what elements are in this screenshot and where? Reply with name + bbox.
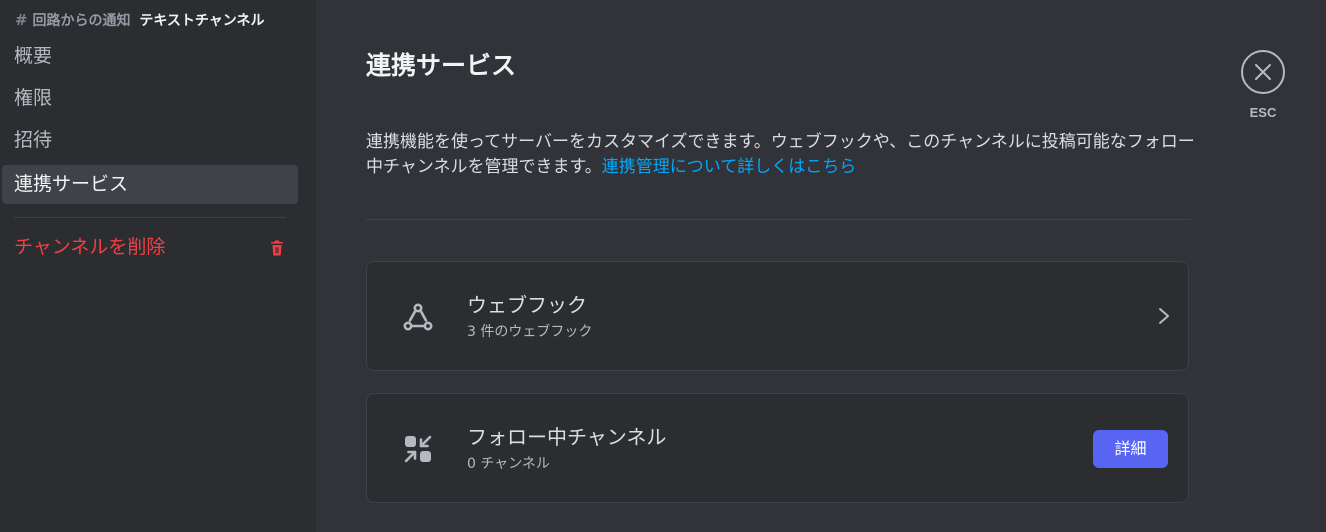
chevron-right-icon <box>1159 308 1169 324</box>
section-divider <box>366 219 1191 220</box>
follow-channel-icon <box>404 435 432 463</box>
webhooks-title: ウェブフック <box>467 293 587 317</box>
details-button[interactable]: 詳細 <box>1093 430 1168 468</box>
webhook-icon <box>403 303 433 331</box>
esc-label: ESC <box>1249 105 1277 120</box>
trash-icon <box>271 240 283 256</box>
webhooks-card[interactable]: ウェブフック 3 件のウェブフック <box>366 261 1189 371</box>
channel-hash-icon: # <box>15 11 28 29</box>
sidebar-item-permissions[interactable]: 権限 <box>2 79 298 118</box>
sidebar-item-label: 招待 <box>14 129 53 151</box>
sidebar-item-overview[interactable]: 概要 <box>2 37 298 76</box>
sidebar-header: # 回路からの通知 テキストチャンネル <box>15 10 265 30</box>
close-control: ESC <box>1240 50 1286 120</box>
sidebar-item-integrations[interactable]: 連携サービス <box>2 165 298 204</box>
webhooks-count: 3 件のウェブフック <box>467 324 593 340</box>
sidebar-item-invites[interactable]: 招待 <box>2 121 298 160</box>
page-title: 連携サービス <box>366 51 517 80</box>
close-icon <box>1255 64 1271 80</box>
settings-sidebar: # 回路からの通知 テキストチャンネル 概要 権限 招待 連携サービス チャンネ… <box>0 0 316 532</box>
followed-channels-count: 0 チャンネル <box>467 456 550 472</box>
learn-more-link[interactable]: 連携管理について詳しくはこちら <box>602 157 857 177</box>
delete-channel-label: チャンネルを削除 <box>14 236 166 258</box>
page-description: 連携機能を使ってサーバーをカスタマイズできます。ウェブフックや、このチャンネルに… <box>366 130 1196 180</box>
sidebar-item-label: 権限 <box>14 87 53 109</box>
channel-name: 回路からの通知 <box>32 13 131 29</box>
followed-channels-card: フォロー中チャンネル 0 チャンネル 詳細 <box>366 393 1189 503</box>
sidebar-divider <box>14 217 286 218</box>
followed-channels-title: フォロー中チャンネル <box>467 425 667 449</box>
sidebar-item-label: 概要 <box>14 45 53 67</box>
integrations-panel: 連携サービス 連携機能を使ってサーバーをカスタマイズできます。ウェブフックや、こ… <box>316 0 1326 532</box>
sidebar-item-label: 連携サービス <box>14 173 129 195</box>
delete-channel-button[interactable]: チャンネルを削除 <box>2 228 298 267</box>
channel-category: テキストチャンネル <box>139 13 265 29</box>
close-button[interactable] <box>1241 50 1285 94</box>
